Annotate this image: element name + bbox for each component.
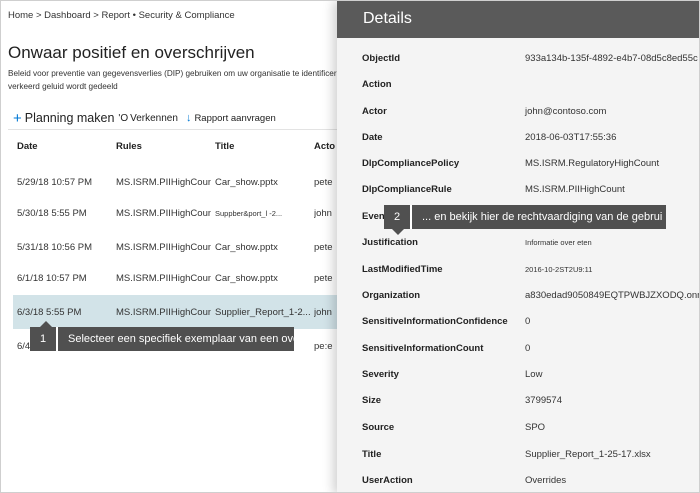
prop-key: Date [362,132,383,143]
callout-number: 1 [30,327,56,351]
prop-sensitive-count: SensitiveInformationCount 0 [337,337,699,363]
prop-value: 0 [525,316,531,327]
cell-rules: MS.ISRM.PIIHighCount [116,208,211,219]
cell-rules: MS.ISRM.PIIHighCount [116,273,211,284]
cell-date: 5/29/18 10:57 PM [17,177,92,188]
table-row[interactable]: 5/30/18 5:55 PM MS.ISRM.PIIHighCount Sup… [13,196,343,230]
prop-key: Title [362,449,382,460]
prop-value: Supplier_Report_1-25-17.xlsx [525,449,651,460]
callout-view-justification: 2 ... en bekijk hier de rechtvaardiging … [384,205,666,235]
cell-title: Suppber&port_l -2... [215,209,283,218]
download-icon: ↓ [185,112,192,124]
prop-sensitive-confidence: SensitiveInformationConfidence 0 [337,310,699,336]
details-header: Details [337,1,699,38]
prop-key: Action [362,79,392,90]
prop-value: MS.ISRM.PIIHighCount [525,184,625,195]
callout-arrow [392,229,404,235]
callout-select-instance: 1 Selecteer een specifiek exemplaar van … [30,321,294,351]
toolbar: + Planning maken 'O Verkennen ↓ Rapport … [13,109,276,127]
callout-text: Selecteer een specifiek exemplaar van ee… [56,327,294,351]
prop-value: 2016-10-2ST2U9:11 [525,265,593,274]
prop-key: DlpCompliancePolicy [362,158,460,169]
details-title: Details [363,10,412,27]
prop-actor: Actor john@contoso.com [337,100,699,126]
cell-date: 6/1/18 10:57 PM [17,273,87,284]
cell-date: 5/30/18 5:55 PM [17,208,87,219]
prop-date: Date 2018-06-03T17:55:36 [337,126,699,152]
app-frame: Home > Dashboard > Report • Security & C… [0,0,700,493]
explore-button[interactable]: 'O Verkennen [118,113,178,124]
details-panel: Details ObjectId 933a134b-135f-4892-e4b7… [337,1,700,492]
breadcrumb[interactable]: Home > Dashboard > Report • Security & C… [8,10,235,21]
plus-icon: + [13,109,22,127]
prop-key: LastModifiedTime [362,264,443,275]
request-report-label: Rapport aanvragen [194,112,276,124]
column-header-rules[interactable]: Rules [116,141,142,152]
prop-value: a830edad9050849EQTPWBJZXODQ.onmicr [525,290,700,301]
prop-value: 0 [525,343,531,354]
toolbar-divider [8,129,338,130]
page-title: Onwaar positief en overschrijven [8,43,255,62]
create-schedule-button[interactable]: + Planning maken [13,110,114,127]
create-schedule-label: Planning maken [24,111,115,125]
prop-key: DlpComplianceRule [362,184,452,195]
table-row-selected[interactable]: 6/3/18 5:55 PM MS.ISRM.PIIHighCount Supp… [13,295,343,329]
prop-key: SensitiveInformationConfidence [362,316,508,327]
prop-key: Even [362,211,385,222]
table-row[interactable]: 5/31/18 10:56 PM MS.ISRM.PIIHighCount Ca… [13,230,343,264]
column-header-actor[interactable]: Acto [314,141,335,152]
explore-icon: 'O [118,112,129,124]
prop-size: Size 3799574 [337,389,699,415]
prop-key: Actor [362,106,387,117]
prop-last-modified: LastModifiedTime 2016-10-2ST2U9:11 [337,258,699,284]
prop-severity: Severity Low [337,363,699,389]
cell-title: Car_show.pptx [215,273,278,284]
callout-text: ... en bekijk hier de rechtvaardiging va… [410,205,666,229]
prop-dlp-policy: DlpCompliancePolicy MS.ISRM.RegulatoryHi… [337,152,699,178]
explore-label: Verkennen [130,112,178,124]
prop-key: Justification [362,237,418,248]
table-row[interactable]: 5/29/18 10:57 PM MS.ISRM.PIIHighCount Ca… [13,165,343,199]
prop-source: Source SPO [337,416,699,442]
cell-title: Car_show.pptx [215,242,278,253]
prop-value: SPO [525,422,546,433]
prop-key: Source [362,422,395,433]
prop-action: Action [337,73,699,99]
column-header-title[interactable]: Title [215,141,234,152]
callout-number: 2 [384,205,410,229]
column-header-date[interactable]: Date [17,141,38,152]
prop-key: Size [362,395,382,406]
prop-key: UserAction [362,475,413,486]
prop-key: SensitiveInformationCount [362,343,484,354]
cell-date: 6/3/18 5:55 PM [17,307,82,318]
cell-rules: MS.ISRM.PIIHighCount [116,177,211,188]
prop-key: Organization [362,290,421,301]
cell-title: Supplier_Report_1-2... [215,307,311,318]
table-row[interactable]: 6/1/18 10:57 PM MS.ISRM.PIIHighCount Car… [13,261,343,295]
prop-value: john@contoso.com [525,106,607,117]
prop-key: ObjectId [362,53,401,64]
prop-value: 2018-06-03T17:55:36 [525,132,617,143]
callout-arrow [40,321,52,327]
prop-value: Informatie over eten [525,238,592,247]
prop-organization: Organization a830edad9050849EQTPWBJZXODQ… [337,284,700,310]
prop-objectid: ObjectId 933a134b-135f-4892-e4b7-08d5c8e… [337,47,699,73]
prop-value: Overrides [525,475,567,486]
prop-value: Low [525,369,543,380]
cell-rules: MS.ISRM.PIIHighCount [116,242,211,253]
prop-value: 3799574 [525,395,562,406]
request-report-button[interactable]: ↓ Rapport aanvragen [186,112,276,124]
cell-title: Car_show.pptx [215,177,278,188]
prop-dlp-rule: DlpComplianceRule MS.ISRM.PIIHighCount [337,178,699,204]
cell-rules: MS.ISRM.PIIHighCount [116,307,211,318]
prop-title: Title Supplier_Report_1-25-17.xlsx [337,443,699,469]
prop-user-action: UserAction Overrides [337,469,699,492]
prop-key: Severity [362,369,399,380]
prop-value: MS.ISRM.RegulatoryHighCount [525,158,660,169]
cell-date: 5/31/18 10:56 PM [17,242,92,253]
prop-value: 933a134b-135f-4892-e4b7-08d5c8ed55c [525,53,698,64]
